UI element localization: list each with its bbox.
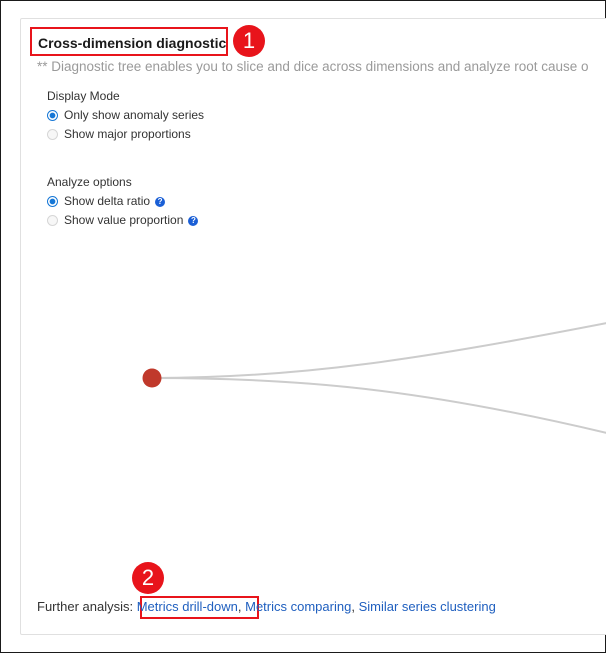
link-separator: , <box>237 599 242 614</box>
radio-label: Show major proportions <box>64 127 191 141</box>
radio-label: Show delta ratio <box>64 194 151 208</box>
radio-label: Show value proportion <box>64 213 184 227</box>
radio-checked-icon[interactable] <box>47 109 58 121</box>
radio-unchecked-icon[interactable] <box>47 214 58 226</box>
help-circle-icon[interactable]: ? <box>155 197 166 207</box>
display-mode-label: Display Mode <box>47 89 120 103</box>
help-circle-icon[interactable]: ? <box>188 216 199 226</box>
further-analysis-label: Further analysis: <box>37 599 134 614</box>
further-analysis-row: Further analysis: Metrics drill-down, Me… <box>37 599 496 614</box>
radio-checked-icon[interactable] <box>47 195 58 207</box>
radio-show-major-proportions[interactable]: Show major proportions <box>47 127 191 141</box>
callout-badge-2: 2 <box>132 562 164 594</box>
link-separator: , <box>351 599 355 614</box>
radio-unchecked-icon[interactable] <box>47 128 58 140</box>
radio-show-value-proportion[interactable]: Show value proportion ? <box>47 213 199 227</box>
metrics-comparing-link[interactable]: Metrics comparing <box>245 599 351 614</box>
radio-show-delta-ratio[interactable]: Show delta ratio ? <box>47 194 166 208</box>
tree-root-node[interactable] <box>142 368 162 388</box>
similar-series-clustering-link[interactable]: Similar series clustering <box>359 599 496 614</box>
panel-description: ** Diagnostic tree enables you to slice … <box>37 59 589 74</box>
panel-title: Cross-dimension diagnostic <box>38 35 227 51</box>
radio-label: Only show anomaly series <box>64 108 205 122</box>
radio-only-show-anomaly-series[interactable]: Only show anomaly series <box>47 108 204 122</box>
callout-badge-1: 1 <box>233 25 265 57</box>
tree-edge-upper[interactable] <box>151 322 606 379</box>
metrics-drill-down-link[interactable]: Metrics drill-down <box>137 599 238 614</box>
tree-edge-lower[interactable] <box>151 377 606 434</box>
analyze-options-label: Analyze options <box>47 175 132 189</box>
